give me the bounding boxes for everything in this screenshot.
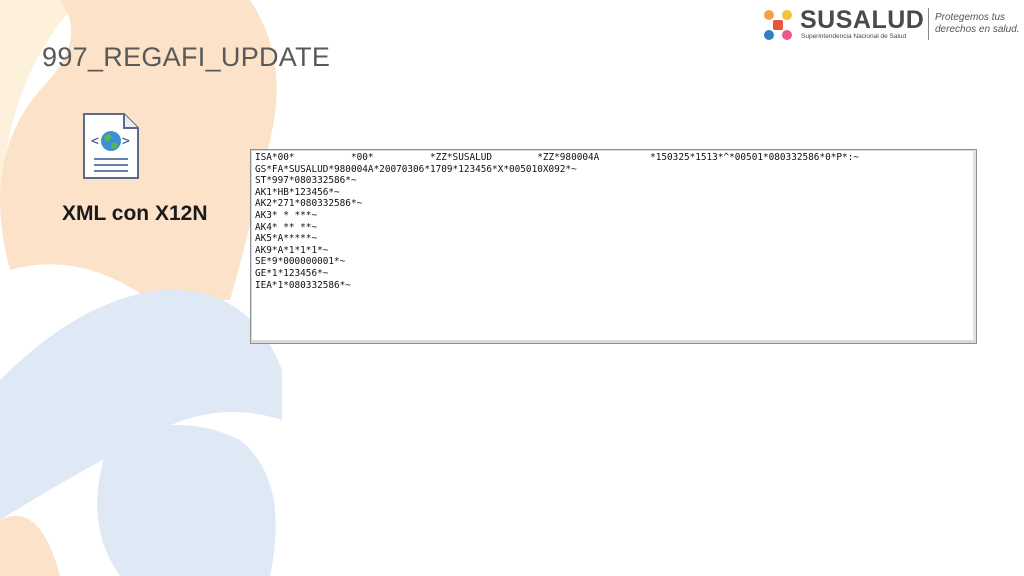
code-line: ST*997*080332586*~ <box>255 175 357 187</box>
code-line: AK3* * ***~ <box>255 209 318 221</box>
xml-document-globe-icon: < > <box>83 113 139 179</box>
blue-shape-lower <box>97 425 276 576</box>
horizontal-scrollbar[interactable] <box>251 340 976 343</box>
slide-title: 997_REGAFI_UPDATE <box>42 42 331 72</box>
code-line: AK9*A*1*1*1*~ <box>255 244 329 256</box>
svg-text:>: > <box>122 134 130 149</box>
vertical-scrollbar[interactable] <box>973 150 976 343</box>
susalud-logo-mark-icon <box>764 10 792 40</box>
brand-name: SUSALUD <box>800 6 925 34</box>
code-line: SE*9*000000001*~ <box>255 256 346 268</box>
brand-divider <box>928 8 929 40</box>
code-content: ISA*00* *00* *ZZ*SUSALUD *ZZ*980004A *15… <box>255 152 859 291</box>
code-line: GS*FA*SUSALUD*980004A*20070306*1709*1234… <box>255 163 577 175</box>
svg-text:<: < <box>91 134 99 149</box>
code-line: AK5*A*****~ <box>255 233 318 245</box>
brand-subtitle: Superintendencia Nacional de Salud <box>801 33 907 40</box>
x12-code-window[interactable]: ISA*00* *00* *ZZ*SUSALUD *ZZ*980004A *15… <box>250 149 977 344</box>
code-line: AK2*271*080332586*~ <box>255 198 363 210</box>
brand-tagline: Protegemos tus derechos en salud. <box>935 12 1024 36</box>
code-line: ISA*00* *00* *ZZ*SUSALUD *ZZ*980004A *15… <box>255 152 859 163</box>
code-line: IEA*1*080332586*~ <box>255 279 351 291</box>
tagline-line-2: derechos en salud. <box>935 24 1020 35</box>
peach-shape-lower <box>0 515 60 576</box>
tagline-line-1: Protegemos tus <box>935 12 1006 23</box>
file-label: XML con X12N <box>62 202 208 225</box>
susalud-logo: SUSALUD Superintendencia Nacional de Sal… <box>760 6 1020 42</box>
code-line: GE*1*123456*~ <box>255 267 329 279</box>
code-line: AK4* ** **~ <box>255 221 318 233</box>
code-line: AK1*HB*123456*~ <box>255 186 340 198</box>
